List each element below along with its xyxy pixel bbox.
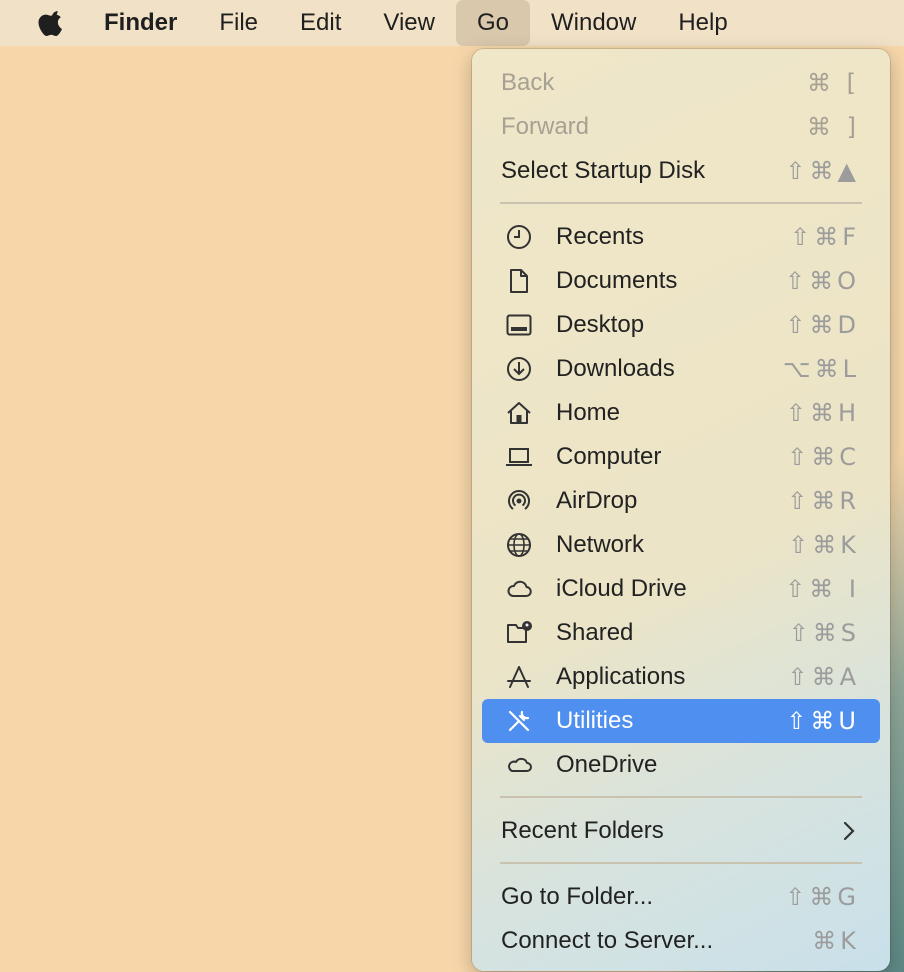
menu-separator <box>500 862 862 864</box>
menu-item-shortcut: ⇧⌘ I <box>785 575 860 603</box>
menu-item-label: Desktop <box>556 311 645 338</box>
menu-edit[interactable]: Edit <box>279 0 362 46</box>
tools-icon <box>506 708 532 734</box>
clock-icon <box>506 224 532 250</box>
airdrop-icon <box>506 488 532 514</box>
globe-icon <box>506 532 532 558</box>
menu-item-home[interactable]: Home ⇧⌘H <box>482 391 880 435</box>
menu-item-label: Documents <box>556 267 678 294</box>
laptop-icon <box>506 444 532 470</box>
cloud-icon <box>506 576 532 602</box>
menu-item-documents[interactable]: Documents ⇧⌘O <box>482 259 880 303</box>
menu-item-label: Network <box>556 531 645 558</box>
menu-item-label: Computer <box>556 443 662 470</box>
menu-item-shortcut: ⇧⌘C <box>787 443 860 471</box>
menu-item-label: Forward <box>501 113 590 140</box>
download-icon <box>506 356 532 382</box>
menu-item-label: Recent Folders <box>501 817 664 844</box>
menu-item-label: Go to Folder... <box>501 883 654 910</box>
document-icon <box>506 268 532 294</box>
menu-item-label: Applications <box>556 663 686 690</box>
menu-item-network[interactable]: Network ⇧⌘K <box>482 523 880 567</box>
menu-item-shortcut: ⇧⌘O <box>785 267 860 295</box>
menu-item-forward[interactable]: Forward ⌘ ] <box>482 105 880 149</box>
menu-item-downloads[interactable]: Downloads ⌥⌘L <box>482 347 880 391</box>
menu-item-recent-folders[interactable]: Recent Folders <box>482 809 880 853</box>
menu-separator <box>500 202 862 204</box>
shared-folder-icon <box>506 620 532 646</box>
menu-item-label: OneDrive <box>556 751 658 778</box>
menu-item-onedrive[interactable]: OneDrive <box>482 743 880 787</box>
menu-item-shortcut: ⇧⌘S <box>788 619 860 647</box>
menu-item-shortcut: ⇧⌘G <box>785 883 860 911</box>
menu-help[interactable]: Help <box>657 0 748 46</box>
applications-icon <box>506 664 532 690</box>
menu-item-label: Shared <box>556 619 634 646</box>
menu-item-back[interactable]: Back ⌘ [ <box>482 61 880 105</box>
menu-item-label: Home <box>556 399 621 426</box>
menu-item-recents[interactable]: Recents ⇧⌘F <box>482 215 880 259</box>
menu-item-shortcut: ⌘ ] <box>807 113 860 141</box>
onedrive-cloud-icon <box>506 752 532 778</box>
menu-item-shortcut: ⇧⌘U <box>786 707 860 735</box>
menu-item-shortcut: ⇧⌘F <box>790 223 860 251</box>
menu-item-desktop[interactable]: Desktop ⇧⌘D <box>482 303 880 347</box>
menu-item-go-to-folder[interactable]: Go to Folder... ⇧⌘G <box>482 875 880 919</box>
menu-bar: Finder File Edit View Go Window Help <box>0 0 904 46</box>
menu-finder[interactable]: Finder <box>104 0 198 46</box>
menu-file[interactable]: File <box>198 0 279 46</box>
menu-item-icloud-drive[interactable]: iCloud Drive ⇧⌘ I <box>482 567 880 611</box>
menu-item-label: Downloads <box>556 355 675 382</box>
menu-item-computer[interactable]: Computer ⇧⌘C <box>482 435 880 479</box>
menu-item-select-startup-disk[interactable]: Select Startup Disk ⇧⌘▲ <box>482 149 880 193</box>
menu-item-shortcut: ⌘ [ <box>807 69 860 97</box>
menu-item-shortcut: ⌘K <box>812 927 860 955</box>
menu-item-label: Select Startup Disk <box>501 157 706 184</box>
menu-separator <box>500 796 862 798</box>
menu-view[interactable]: View <box>362 0 456 46</box>
home-icon <box>506 400 532 426</box>
menu-item-shortcut: ⇧⌘D <box>785 311 860 339</box>
menu-item-connect-to-server[interactable]: Connect to Server... ⌘K <box>482 919 880 963</box>
desktop-icon <box>506 312 532 338</box>
apple-logo-icon[interactable] <box>37 8 67 38</box>
menu-item-label: iCloud Drive <box>556 575 687 602</box>
menu-go[interactable]: Go <box>455 0 530 46</box>
chevron-right-icon <box>843 821 855 841</box>
menu-item-label: Connect to Server... <box>501 927 714 954</box>
menu-item-airdrop[interactable]: AirDrop ⇧⌘R <box>482 479 880 523</box>
menu-window[interactable]: Window <box>530 0 657 46</box>
menu-item-shortcut: ⇧⌘K <box>788 531 860 559</box>
menu-item-shared[interactable]: Shared ⇧⌘S <box>482 611 880 655</box>
menu-item-shortcut: ⇧⌘R <box>787 487 860 515</box>
menu-item-shortcut: ⇧⌘A <box>787 663 860 691</box>
menu-item-applications[interactable]: Applications ⇧⌘A <box>482 655 880 699</box>
menu-item-label: AirDrop <box>556 487 638 514</box>
menu-item-shortcut: ⇧⌘▲ <box>785 157 860 185</box>
menu-item-shortcut: ⇧⌘H <box>785 399 860 427</box>
menu-item-label: Utilities <box>556 707 634 734</box>
menu-item-utilities[interactable]: Utilities ⇧⌘U <box>482 699 880 743</box>
menu-item-shortcut: ⌥⌘L <box>782 355 860 383</box>
menu-item-label: Recents <box>556 223 645 250</box>
menu-item-label: Back <box>501 69 555 96</box>
go-menu-dropdown: Back ⌘ [ Forward ⌘ ] Select Startup Disk… <box>472 49 890 971</box>
